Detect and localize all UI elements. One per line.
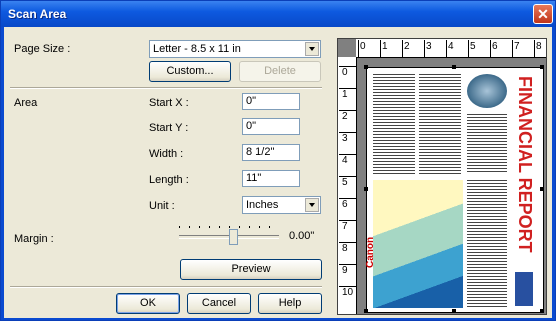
help-button[interactable]: Help (258, 293, 322, 314)
page-size-label: Page Size : (14, 43, 71, 55)
margin-slider[interactable] (179, 223, 279, 245)
ruler-number: 8 (536, 41, 542, 52)
ruler-tick (534, 40, 535, 57)
close-button[interactable]: ✕ (533, 4, 553, 24)
chart-image (373, 180, 463, 308)
ruler-tick (339, 88, 356, 89)
crop-handle[interactable] (540, 309, 544, 313)
start-x-field[interactable]: 0" (242, 93, 300, 110)
start-y-label: Start Y : (149, 122, 189, 134)
slider-thumb[interactable] (229, 229, 238, 245)
ruler-tick (339, 198, 356, 199)
unit-select[interactable]: Inches (242, 196, 321, 214)
crop-handle[interactable] (452, 65, 456, 69)
ruler-number: 9 (342, 265, 348, 276)
window-title: Scan Area (8, 7, 67, 21)
ruler-number: 3 (426, 41, 432, 52)
unit-value: Inches (246, 199, 279, 211)
separator (10, 286, 322, 288)
custom-button[interactable]: Custom... (149, 61, 231, 82)
chevron-down-icon[interactable] (305, 42, 319, 56)
unit-label: Unit : (149, 200, 175, 212)
preview-button[interactable]: Preview (180, 259, 322, 280)
ruler-tick (490, 40, 491, 57)
headline-text: FINANCIAL REPORT (515, 76, 535, 253)
page-size-value: Letter - 8.5 x 11 in (153, 43, 241, 55)
crop-handle[interactable] (540, 187, 544, 191)
ruler-tick (446, 40, 447, 57)
ruler-number: 2 (342, 111, 348, 122)
ruler-tick (339, 176, 356, 177)
crop-handle[interactable] (364, 187, 368, 191)
width-label: Width : (149, 148, 184, 160)
ruler-tick (339, 242, 356, 243)
text-column (467, 180, 507, 308)
ruler-number: 2 (404, 41, 410, 52)
ruler-number: 0 (342, 67, 348, 78)
text-column (373, 74, 415, 174)
chevron-down-icon[interactable] (305, 198, 319, 212)
title-bar[interactable]: Scan Area ✕ (1, 1, 555, 27)
separator (10, 87, 322, 89)
width-field[interactable]: 8 1/2" (242, 144, 300, 161)
slider-ticks (179, 226, 279, 228)
ruler-tick (358, 40, 359, 57)
margin-label: Margin : (14, 233, 54, 245)
text-column (419, 74, 461, 174)
cancel-button[interactable]: Cancel (187, 293, 251, 314)
dialog-body: Page Size : Letter - 8.5 x 11 in Custom.… (4, 27, 552, 318)
ruler-number: 8 (342, 243, 348, 254)
brand-text: Canon (365, 236, 376, 268)
blue-band (515, 272, 533, 306)
start-x-label: Start X : (149, 97, 189, 109)
crop-handle[interactable] (540, 65, 544, 69)
ruler-tick (380, 40, 381, 57)
ruler-tick (468, 40, 469, 57)
text-column (467, 114, 507, 174)
headline-band: FINANCIAL REPORT (513, 74, 535, 308)
scan-area-window: Scan Area ✕ Page Size : Letter - 8.5 x 1… (0, 0, 556, 321)
crop-handle[interactable] (364, 65, 368, 69)
vertical-ruler: 0 1 2 3 4 5 6 7 8 9 10 (338, 57, 357, 314)
ok-button[interactable]: OK (116, 293, 180, 314)
ruler-number: 0 (360, 41, 366, 52)
ruler-number: 1 (382, 41, 388, 52)
margin-value: 0.00" (289, 230, 315, 242)
horizontal-ruler: 0 1 2 3 4 5 6 7 8 (356, 39, 546, 58)
ruler-tick (339, 220, 356, 221)
area-label: Area (14, 97, 38, 109)
ruler-number: 4 (448, 41, 454, 52)
ruler-number: 7 (342, 221, 348, 232)
ruler-tick (339, 132, 356, 133)
page-size-select[interactable]: Letter - 8.5 x 11 in (149, 40, 321, 58)
ruler-number: 4 (342, 155, 348, 166)
ruler-tick (339, 286, 356, 287)
preview-area[interactable]: 0 1 2 3 4 5 6 7 8 0 1 2 3 4 5 6 7 8 9 10 FINANCIAL REPORT … (337, 38, 547, 315)
ruler-tick (512, 40, 513, 57)
brand-logo: Canon (365, 237, 376, 268)
start-y-field[interactable]: 0" (242, 118, 300, 135)
ruler-tick (402, 40, 403, 57)
ruler-tick (339, 110, 356, 111)
ruler-number: 1 (342, 89, 348, 100)
length-field[interactable]: 11" (242, 170, 300, 187)
ruler-number: 5 (342, 177, 348, 188)
ruler-number: 6 (492, 41, 498, 52)
ruler-number: 6 (342, 199, 348, 210)
delete-button[interactable]: Delete (239, 61, 321, 82)
ruler-number: 3 (342, 133, 348, 144)
ruler-number: 5 (470, 41, 476, 52)
ruler-tick (339, 66, 356, 67)
close-icon: ✕ (537, 6, 549, 22)
photo-image (467, 74, 507, 108)
crop-handle[interactable] (364, 309, 368, 313)
ruler-number: 7 (514, 41, 520, 52)
ruler-tick (339, 154, 356, 155)
ruler-tick (339, 264, 356, 265)
ruler-number: 10 (342, 287, 354, 298)
crop-handle[interactable] (452, 309, 456, 313)
ruler-tick (424, 40, 425, 57)
scanned-page-preview[interactable]: FINANCIAL REPORT Canon (365, 67, 544, 313)
length-label: Length : (149, 174, 189, 186)
